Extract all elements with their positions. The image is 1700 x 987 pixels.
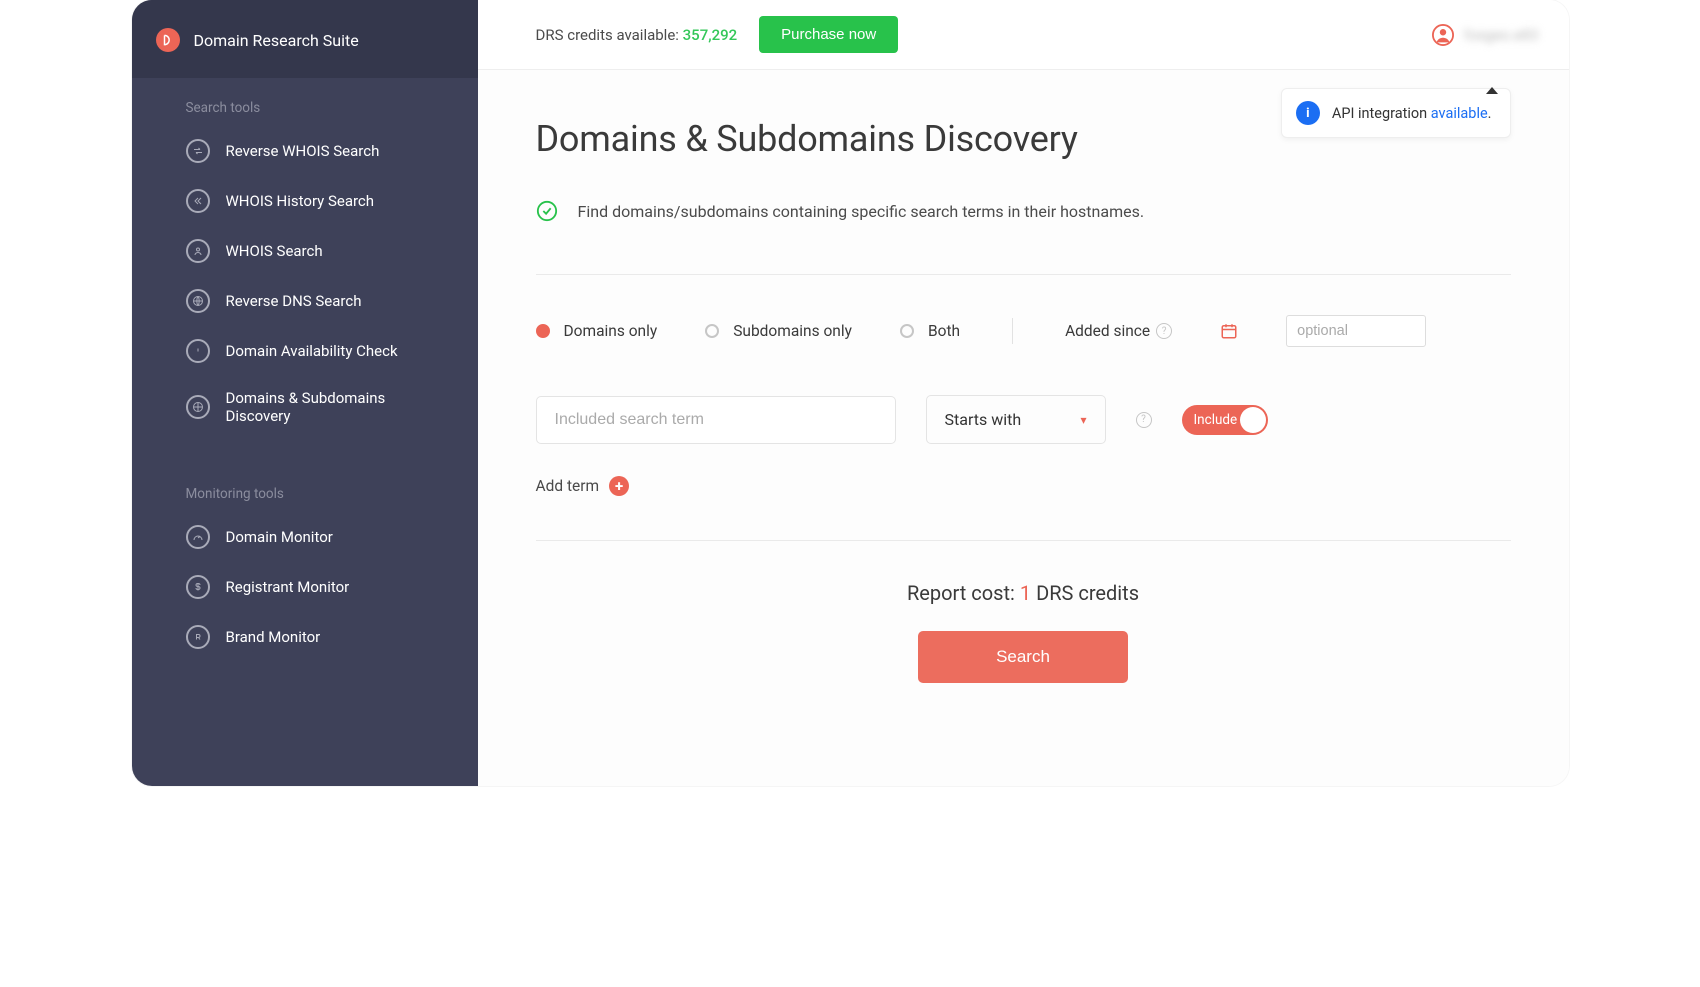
registered-icon [186,625,210,649]
user-name: foxgeo.e83 [1464,26,1539,44]
chevron-down-icon: ▾ [1080,413,1086,427]
sidebar: Domain Research Suite Search tools Rever… [132,0,478,786]
caret-up-icon [1486,87,1498,94]
globe-icon [186,289,210,313]
user-area[interactable]: foxgeo.e83 [1432,24,1539,46]
search-term-input[interactable] [536,396,896,444]
nav-reverse-dns[interactable]: Reverse DNS Search [132,276,478,326]
description-text: Find domains/subdomains containing speci… [578,202,1145,221]
help-icon[interactable]: ? [1136,412,1152,428]
nav-label: Domains & Subdomains Discovery [226,389,454,425]
since-text: Added since [1065,322,1150,340]
credits-text: DRS credits available: [536,26,683,44]
nav-whois-search[interactable]: WHOIS Search [132,226,478,276]
nav-label: Domain Monitor [226,528,333,546]
check-circle-icon [536,200,558,222]
help-icon[interactable]: ? [1156,323,1172,339]
swap-icon [186,139,210,163]
main: DRS credits available: 357,292 Purchase … [478,0,1569,786]
nav-brand-monitor[interactable]: Brand Monitor [132,612,478,662]
radio-label: Domains only [564,322,658,340]
credits-label: DRS credits available: 357,292 [536,26,738,44]
user-icon [1432,24,1454,46]
description-row: Find domains/subdomains containing speci… [536,200,1511,222]
brand-logo-icon [156,28,180,52]
search-button[interactable]: Search [918,631,1128,683]
nav-label: Domain Availability Check [226,342,398,360]
nav-whois-history[interactable]: WHOIS History Search [132,176,478,226]
term-row: Starts with ▾ ? Include [536,395,1511,444]
sidebar-header: Domain Research Suite [132,0,478,78]
add-term-label: Add term [536,477,600,495]
radio-dot-icon [900,324,914,338]
nav-label: WHOIS History Search [226,192,375,210]
api-badge-icon: i [1296,101,1320,125]
radio-dot-icon [705,324,719,338]
content: i API integration available. Domains & S… [478,70,1569,786]
sidebar-section-search: Search tools [132,78,478,118]
include-toggle-wrap: Include [1182,405,1268,435]
plus-icon: + [609,476,629,496]
gauge-icon [186,525,210,549]
alert-icon [186,339,210,363]
credits-value: 357,292 [683,26,738,44]
divider [536,540,1511,541]
radio-dot-icon [536,324,550,338]
toggle-knob [1240,407,1266,433]
added-since-label: Added since ? [1065,322,1172,340]
cost-suffix: DRS credits [1031,581,1139,605]
filter-row: Domains only Subdomains only Both Added … [536,315,1511,347]
api-link[interactable]: available [1431,105,1488,122]
radio-domains-only[interactable]: Domains only [536,322,658,340]
nav-domain-monitor[interactable]: Domain Monitor [132,512,478,562]
brand-title: Domain Research Suite [194,31,359,50]
api-dot: . [1488,105,1492,122]
divider [536,274,1511,275]
nav-reverse-whois[interactable]: Reverse WHOIS Search [132,126,478,176]
vertical-divider [1012,318,1013,344]
radio-label: Both [928,322,960,340]
radio-subdomains-only[interactable]: Subdomains only [705,322,852,340]
added-since-input[interactable] [1286,315,1426,347]
nav-label: Reverse DNS Search [226,292,362,310]
purchase-button[interactable]: Purchase now [759,16,898,53]
nav-label: Reverse WHOIS Search [226,142,380,160]
person-icon [186,239,210,263]
nav-domain-availability[interactable]: Domain Availability Check [132,326,478,376]
nav-label: WHOIS Search [226,242,323,260]
nav-label: Brand Monitor [226,628,321,646]
globe-search-icon [186,395,210,419]
radio-group-scope: Domains only Subdomains only Both [536,322,961,340]
nav-domains-subdomains[interactable]: Domains & Subdomains Discovery [132,376,478,438]
include-toggle[interactable]: Include [1182,405,1268,435]
toggle-label: Include [1194,412,1238,428]
rewind-icon [186,189,210,213]
radio-label: Subdomains only [733,322,852,340]
nav-search-tools: Reverse WHOIS Search WHOIS History Searc… [132,118,478,446]
nav-registrant-monitor[interactable]: Registrant Monitor [132,562,478,612]
api-text-prefix: API integration [1332,105,1431,122]
api-text: API integration available. [1332,105,1492,122]
add-term-button[interactable]: Add term + [536,476,1511,496]
select-value: Starts with [945,410,1022,429]
cost-prefix: Report cost: [907,581,1020,605]
match-type-select[interactable]: Starts with ▾ [926,395,1106,444]
sidebar-section-monitoring: Monitoring tools [132,464,478,504]
report-cost: Report cost: 1 DRS credits [536,581,1511,605]
cost-number: 1 [1020,581,1031,605]
nav-label: Registrant Monitor [226,578,350,596]
calendar-icon [1220,322,1238,340]
topbar: DRS credits available: 357,292 Purchase … [478,0,1569,70]
radio-both[interactable]: Both [900,322,960,340]
api-banner[interactable]: i API integration available. [1281,88,1511,138]
dollar-icon [186,575,210,599]
nav-monitoring-tools: Domain Monitor Registrant Monitor Brand … [132,504,478,670]
